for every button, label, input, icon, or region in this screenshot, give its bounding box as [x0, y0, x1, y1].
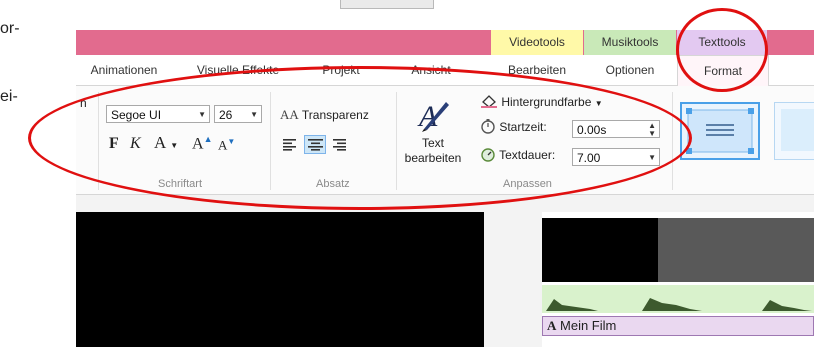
video-preview[interactable]: [76, 212, 484, 347]
context-tab-videotools[interactable]: Videotools: [491, 30, 583, 55]
document-text-line-2: ei-: [0, 88, 18, 105]
text-track-label: Mein Film: [560, 318, 617, 333]
video-clip-frame[interactable]: [658, 218, 814, 282]
audio-waveform-icon: [546, 298, 812, 311]
effect-preview-icon: [781, 109, 814, 151]
document-text-line-1: or-: [0, 20, 20, 37]
annotation-ellipse-texttools: [676, 8, 768, 92]
video-clip-frame[interactable]: [542, 218, 658, 282]
audio-track[interactable]: [542, 285, 814, 313]
effect-preview-icon: [686, 108, 754, 154]
annotation-ellipse-ribbon: [28, 66, 692, 210]
tab-optionen[interactable]: Optionen: [584, 55, 676, 85]
text-track-icon: A: [547, 318, 557, 333]
effect-thumbnail-selected[interactable]: [680, 102, 760, 160]
effect-thumbnail[interactable]: [774, 102, 814, 160]
context-tab-musiktools[interactable]: Musiktools: [584, 30, 676, 55]
window-control-button[interactable]: [340, 0, 434, 9]
text-track[interactable]: A Mein Film: [542, 316, 814, 336]
